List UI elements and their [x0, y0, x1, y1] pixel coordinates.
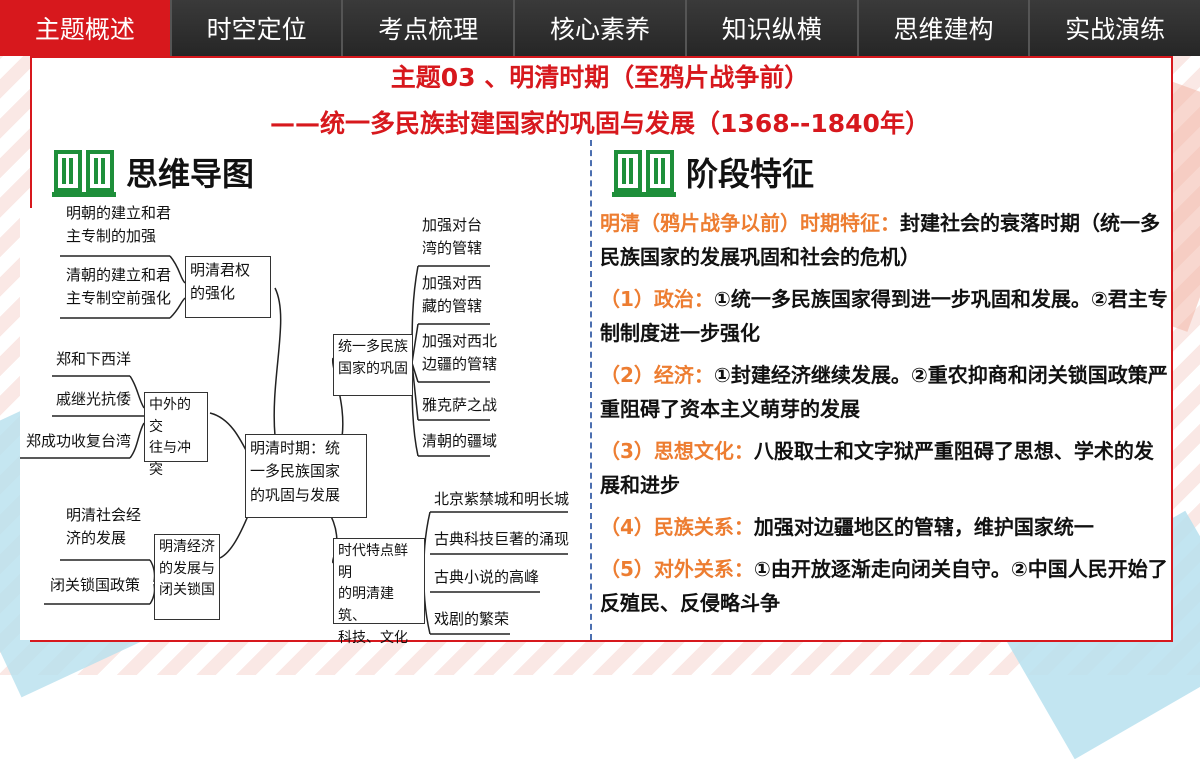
- features-heading-label: 阶段特征: [686, 155, 815, 193]
- mind-map-leaf: 郑和下西洋: [56, 350, 132, 368]
- feature-item: （2）经济：①封建经济继续发展。②重农抑商和闭关锁国政策严重阻碍了资本主义萌芽的…: [600, 358, 1172, 426]
- mind-map-leaf: 戏剧的繁荣: [434, 610, 510, 628]
- mind-map-leaf: 明朝的建立和君 主专制的加强: [66, 204, 172, 246]
- features-heading: 阶段特征: [612, 146, 814, 198]
- feature-label: （2）经济：: [600, 363, 714, 387]
- mind-map-branch: 时代特点鲜明 的明清建筑、 科技、文化: [333, 538, 425, 646]
- tab-core-literacy[interactable]: 核心素养: [515, 0, 687, 56]
- book-icon: [52, 150, 116, 197]
- mind-map-branch: 明清经济 的发展与 闭关锁国: [154, 534, 220, 620]
- feature-item: （5）对外关系：①由开放逐渐走向闭关自守。②中国人民开始了反殖民、反侵略斗争: [600, 552, 1172, 620]
- tab-thinking[interactable]: 思维建构: [858, 0, 1031, 56]
- book-icon: [612, 150, 676, 197]
- tab-practice[interactable]: 实战演练: [1030, 0, 1200, 56]
- stage-features: 明清（鸦片战争以前）时期特征：封建社会的衰落时期（统一多民族国家的发展巩固和社会…: [600, 206, 1172, 628]
- feature-label: （5）对外关系：: [600, 557, 754, 581]
- mind-map-leaf: 郑成功收复台湾: [26, 432, 132, 450]
- tab-timeline[interactable]: 时空定位: [171, 0, 344, 56]
- mind-map-leaf: 雅克萨之战: [422, 396, 498, 414]
- mind-map-leaf: 明清社会经 济的发展: [66, 506, 142, 548]
- mind-map-branch: 中外的交 往与冲突: [144, 392, 208, 478]
- mind-map-branch: 统一多民族 国家的巩固: [333, 334, 413, 396]
- mind-map-leaf: 古典科技巨著的涌现: [434, 530, 570, 548]
- mindmap-heading: 思维导图: [52, 146, 254, 198]
- mindmap-heading-label: 思维导图: [126, 155, 255, 193]
- mind-map-branch: 明清君权 的强化: [185, 256, 271, 318]
- feature-text: 加强对边疆地区的管辖，维护国家统一: [753, 515, 1094, 539]
- feature-item: （3）思想文化：八股取士和文字狱严重阻碍了思想、学术的发展和进步: [600, 434, 1172, 502]
- mind-map-leaf: 戚继光抗倭: [56, 390, 132, 408]
- mind-map-leaf: 北京紫禁城和明长城: [434, 490, 570, 508]
- features-intro-label: 明清（鸦片战争以前）时期特征：: [600, 211, 900, 235]
- feature-item: （1）政治：①统一多民族国家得到进一步巩固和发展。②君主专制制度进一步强化: [600, 282, 1172, 350]
- tab-knowledge[interactable]: 知识纵横: [686, 0, 859, 56]
- mind-map-leaf: 古典小说的高峰: [434, 568, 540, 586]
- tab-key-points[interactable]: 考点梳理: [343, 0, 516, 56]
- feature-label: （4）民族关系：: [600, 515, 754, 539]
- mind-map-center: 明清时期：统 一多民族国家 的巩固与发展: [245, 434, 367, 518]
- top-nav: 主题概述 时空定位 考点梳理 核心素养 知识纵横 思维建构 实战演练: [0, 0, 1200, 56]
- mind-map-leaf: 加强对西北 边疆的管辖: [422, 332, 498, 374]
- mind-map-leaf: 清朝的建立和君 主专制空前强化: [66, 266, 172, 308]
- feature-label: （3）思想文化：: [600, 439, 754, 463]
- tab-overview[interactable]: 主题概述: [0, 0, 172, 56]
- feature-label: （1）政治：: [600, 287, 714, 311]
- features-intro: 明清（鸦片战争以前）时期特征：封建社会的衰落时期（统一多民族国家的发展巩固和社会…: [600, 206, 1172, 274]
- section-divider: [590, 140, 592, 640]
- mind-map-leaf: 清朝的疆域: [422, 432, 498, 450]
- mind-map-leaf: 闭关锁国政策: [50, 576, 141, 594]
- mind-map-leaf: 加强对西 藏的管辖: [422, 274, 483, 316]
- page-title: 主题03 、明清时期（至鸦片战争前）: [390, 63, 810, 92]
- mind-map: 明清时期：统 一多民族国家 的巩固与发展 明朝的建立和君 主专制的加强 清朝的建…: [20, 204, 588, 646]
- page-subtitle: ——统一多民族封建国家的巩固与发展（1368--1840年）: [270, 109, 930, 138]
- mind-map-leaf: 加强对台 湾的管辖: [422, 216, 483, 258]
- feature-item: （4）民族关系：加强对边疆地区的管辖，维护国家统一: [600, 510, 1172, 544]
